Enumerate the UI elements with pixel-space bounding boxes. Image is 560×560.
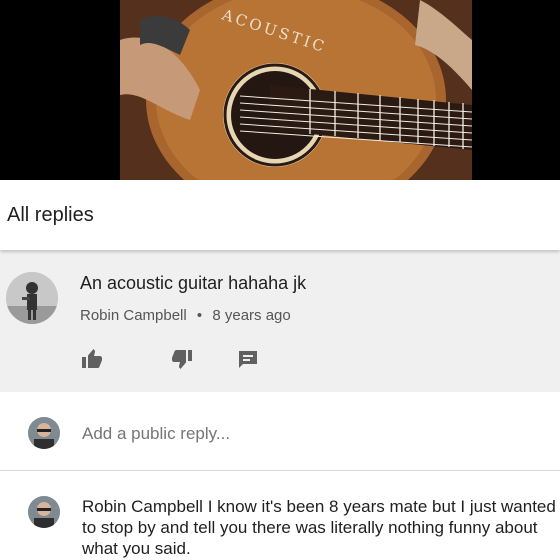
comment-time: 8 years ago — [212, 307, 291, 324]
video-player[interactable]: ACOUSTIC — [0, 0, 560, 180]
acoustic-guitar-photo — [120, 0, 472, 180]
video-thumbnail[interactable]: ACOUSTIC — [120, 0, 472, 180]
dislike-button[interactable] — [170, 347, 194, 371]
avatar — [28, 417, 60, 449]
reply-button[interactable] — [236, 347, 260, 371]
user-avatar-icon — [6, 272, 58, 324]
current-user-avatar-icon — [28, 417, 60, 449]
like-button[interactable] — [80, 347, 104, 371]
reply-input[interactable] — [82, 424, 522, 444]
thumbs-down-icon — [172, 350, 192, 369]
thumbs-up-icon — [82, 349, 102, 368]
meta-separator: • — [196, 307, 203, 324]
reply-author[interactable]: Robin Campbell — [82, 497, 203, 516]
page-title: All replies — [7, 204, 94, 226]
divider — [0, 470, 560, 471]
reply-comment-icon — [239, 351, 257, 368]
avatar[interactable] — [6, 272, 58, 324]
avatar[interactable] — [28, 496, 60, 528]
comment-text: An acoustic guitar hahaha jk — [80, 273, 307, 293]
comment-author[interactable]: Robin Campbell — [80, 307, 187, 324]
user-avatar-icon — [28, 496, 60, 528]
reply-text-block: Robin Campbell I know it's been 8 years … — [82, 496, 557, 559]
comment-meta: Robin Campbell • 8 years ago — [80, 307, 291, 324]
